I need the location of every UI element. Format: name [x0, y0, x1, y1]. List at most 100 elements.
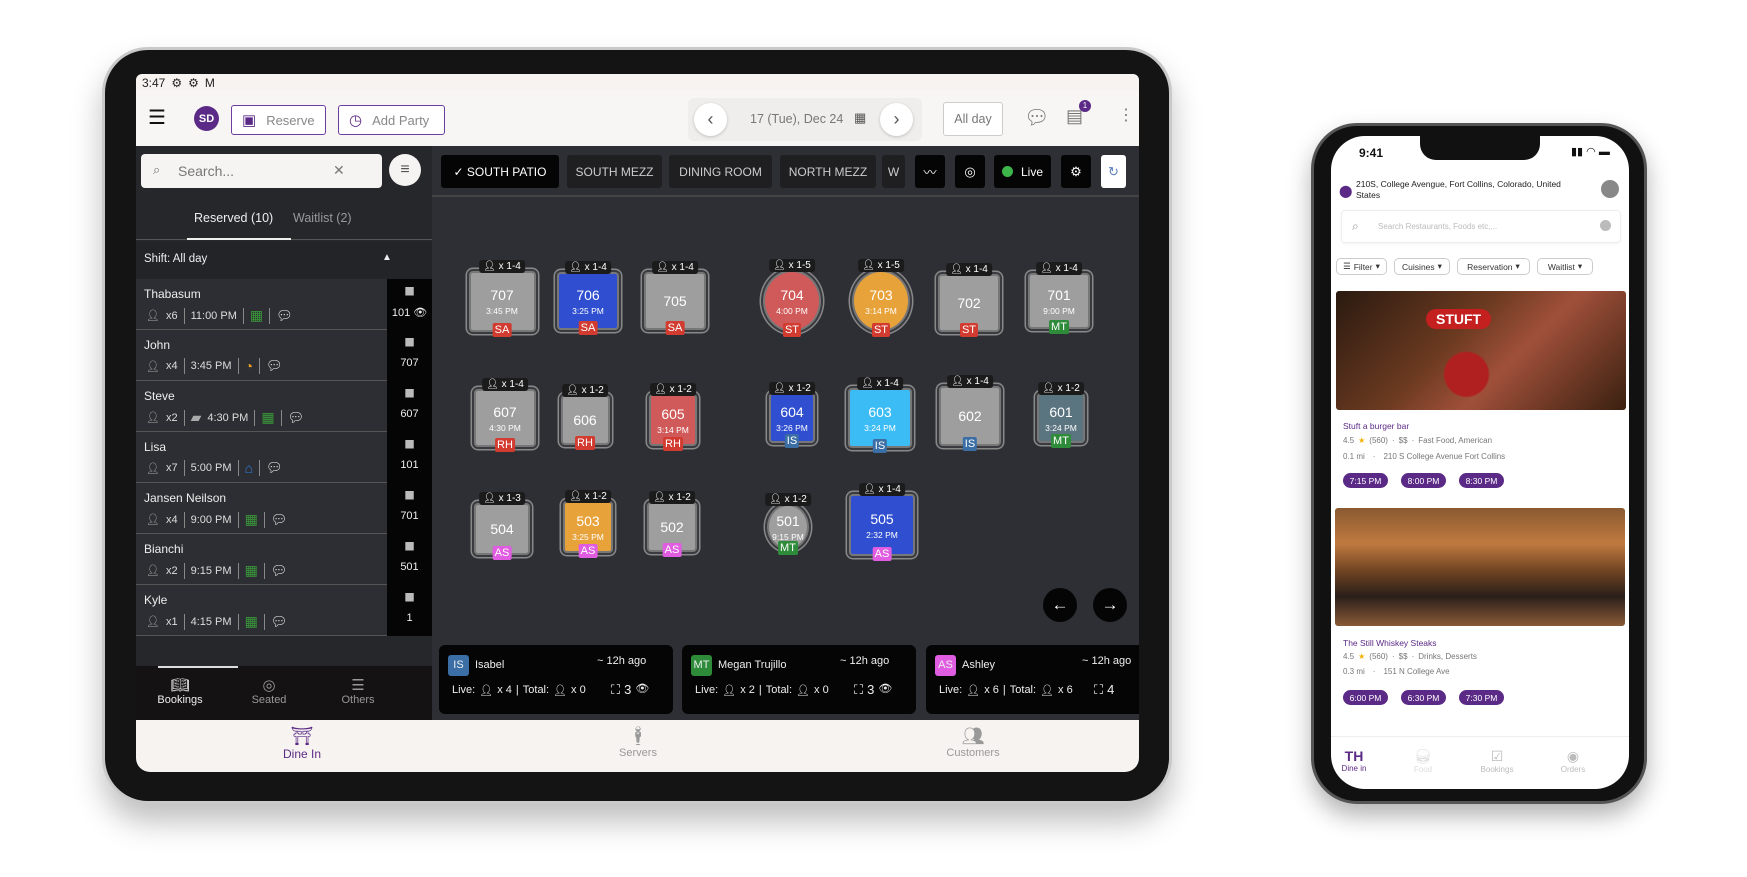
server-card[interactable]: MT Megan Trujillo ~ 12h ago Live: 👤︎ x 2 | Tota… — [682, 645, 916, 714]
assigned-table[interactable]: ⯀ 701 — [387, 483, 432, 534]
time-slot-button[interactable]: 6:00 PM — [1343, 690, 1388, 705]
reservation-row[interactable]: Lisa 👤︎ x7 5:00 PM ⌂ 💬︎ ⯀ 101 — [136, 432, 432, 483]
trend-chart-icon[interactable]: 〰 — [915, 155, 945, 188]
person-icon: 👤︎ — [951, 376, 967, 387]
table-time: 2:32 PM — [866, 529, 898, 540]
time-slot-button[interactable]: 8:00 PM — [1401, 473, 1446, 488]
table-number: 101 👁︎ — [387, 306, 432, 319]
nav-dine-in[interactable]: TH Dine in — [1342, 748, 1367, 773]
tab-reserved[interactable]: Reserved (10) — [194, 211, 273, 225]
capacity-text: x 1-4 — [501, 379, 524, 390]
app-header: ☰ SD ▣ Reserve ◷ Add Party ‹ 17 (Tue), D… — [136, 91, 1139, 146]
reservation-row[interactable]: Bianchi 👤︎ x2 9:15 PM ▦ 💬︎ ⯀ 501 — [136, 534, 432, 585]
profile-icon[interactable] — [1601, 180, 1619, 198]
assigned-table[interactable]: ⯀ 1 — [387, 585, 432, 636]
nav-customers[interactable]: 👥︎ Customers — [946, 726, 999, 759]
time-slot-button[interactable]: 8:30 PM — [1459, 473, 1504, 488]
clear-icon[interactable] — [1600, 220, 1611, 231]
assigned-table[interactable]: ⯀ 101 👁︎ — [387, 279, 432, 330]
time-slot-button[interactable]: 6:30 PM — [1401, 690, 1446, 705]
restaurant-name[interactable]: The Still Whiskey Steaks — [1343, 638, 1437, 648]
reservation-row[interactable]: Kyle 👤︎ x1 4:15 PM ▦ 💬︎ ⯀ 1 — [136, 585, 432, 636]
settings-icon[interactable]: ⚙ — [1061, 155, 1091, 188]
reservation-chip[interactable]: Reservation ▾ — [1457, 258, 1530, 275]
distance: 0.1 mi — [1343, 452, 1365, 461]
server-name: Ashley — [962, 659, 996, 671]
server-card[interactable]: IS Isabel ~ 12h ago Live: 👤︎ x 4 | Total: 👤︎ x 0 ⛶… — [439, 645, 673, 714]
next-page-arrow[interactable]: → — [1093, 588, 1127, 622]
eye-icon[interactable]: 👁︎ — [635, 682, 649, 698]
table-number-text: 101 — [400, 459, 419, 471]
assigned-table[interactable]: ⯀ 101 — [387, 432, 432, 483]
date-label[interactable]: 17 (Tue), Dec 24 — [750, 112, 843, 126]
filter-chip[interactable]: ☰ Filter ▾ — [1336, 258, 1387, 275]
table-time: 3:25 PM — [572, 531, 604, 542]
time-slot-button[interactable]: 7:30 PM — [1459, 690, 1504, 705]
refresh-icon[interactable]: ↻ — [1101, 155, 1126, 188]
tab-bookings[interactable]: 📖︎ Bookings — [157, 676, 202, 706]
nav-orders[interactable]: ◉ Orders — [1561, 748, 1585, 774]
chat-icon[interactable]: 💬︎ — [271, 614, 288, 630]
cuisines-chip[interactable]: Cuisines ▾ — [1394, 258, 1450, 275]
clear-search-icon[interactable]: ✕ — [333, 162, 345, 179]
nav-bookings[interactable]: ☑ Bookings — [1481, 748, 1514, 774]
tab-others[interactable]: ☰ Others — [341, 676, 374, 706]
zone-tab-north-mezz[interactable]: NORTH MEZZ — [780, 155, 876, 188]
reserve-button[interactable]: ▣ Reserve — [231, 105, 326, 135]
assigned-table[interactable]: ⯀ 607 — [387, 381, 432, 432]
waitlist-label: Waitlist — [1547, 261, 1575, 272]
zone-tab-south-patio[interactable]: ✓ SOUTH PATIO — [441, 155, 559, 188]
book-icon: 📖︎ — [170, 677, 190, 694]
add-party-button[interactable]: ◷ Add Party — [338, 105, 445, 135]
menu-icon[interactable]: ☰ — [148, 108, 166, 128]
chat-icon[interactable]: 💬︎ — [288, 410, 305, 426]
time-slot-button[interactable]: 7:15 PM — [1343, 473, 1388, 488]
more-options-icon[interactable]: ⋮ — [1118, 105, 1134, 125]
chat-icon[interactable]: 💬︎ — [266, 460, 283, 476]
restaurant-name[interactable]: Stuft a burger bar — [1343, 421, 1409, 431]
server-stats: Live: 👤︎ x 2 | Total: 👤︎ x 0 — [695, 684, 829, 697]
reservation-details: 👤︎ x7 5:00 PM ⌂ 💬︎ — [146, 460, 283, 476]
tab-seated[interactable]: ◎ Seated — [252, 676, 287, 706]
tab-waitlist[interactable]: Waitlist (2) — [293, 211, 352, 225]
nav-servers[interactable]: 🕴︎ Servers — [619, 726, 657, 759]
phone-search-input[interactable]: ⌕ Search Restaurants, Foods etc,... — [1341, 210, 1621, 243]
reservation-row[interactable]: Jansen Neilson 👤︎ x4 9:00 PM ▦ 💬︎ ⯀ 701 — [136, 483, 432, 534]
reservation-row[interactable]: Thabasum 👤︎ x6 11:00 PM ▦ 💬︎ ⯀ 101 👁︎ — [136, 279, 432, 330]
server-card[interactable]: AS Ashley ~ 12h ago Live: 👤︎ x 6 | Total: 👤︎ x 6 ⛶… — [926, 645, 1139, 714]
restaurant-photo-still-whiskey[interactable] — [1335, 508, 1625, 626]
nav-dine-in[interactable]: ⛩ Dine In — [283, 726, 321, 761]
reservation-row[interactable]: John 👤︎ x4 3:45 PM ◔ 💬︎ ⯀ 707 — [136, 330, 432, 381]
table-number: 603 — [868, 403, 892, 420]
location-text[interactable]: 210S, College Avengue, Fort Collins, Col… — [1356, 179, 1571, 201]
eye-icon[interactable]: 👁︎ — [878, 682, 892, 698]
assigned-table[interactable]: ⯀ 707 — [387, 330, 432, 381]
chat-icon[interactable]: 💬︎ — [271, 563, 288, 579]
assigned-table[interactable]: ⯀ 501 — [387, 534, 432, 585]
nav-food[interactable]: 🍔︎ Food — [1414, 748, 1432, 774]
search-input[interactable]: ⌕ Search... ✕ — [141, 154, 382, 188]
shift-filter[interactable]: Shift: All day ▲ — [136, 242, 432, 279]
chat-icon[interactable]: 💬︎ — [1024, 105, 1049, 130]
next-date-button[interactable]: › — [880, 103, 913, 136]
collapse-icon[interactable]: ▲ — [382, 252, 392, 263]
chat-icon[interactable]: 💬︎ — [266, 358, 283, 374]
chat-icon[interactable]: 💬︎ — [271, 512, 288, 528]
prev-page-arrow[interactable]: ← — [1043, 588, 1077, 622]
target-icon[interactable]: ◎ — [955, 155, 985, 188]
reservation-row[interactable]: Steve 👤︎ x2 ▰ 4:30 PM ▦ 💬︎ ⯀ 607 — [136, 381, 432, 432]
list-view-toggle[interactable]: ≡ — [389, 154, 421, 186]
zone-tab-more[interactable]: W — [882, 155, 905, 188]
zone-tab-dining-room[interactable]: DINING ROOM — [669, 155, 772, 188]
person-icon: 👤︎ — [569, 491, 585, 502]
shift-select[interactable]: All day — [943, 102, 1003, 136]
zone-tab-south-mezz[interactable]: SOUTH MEZZ — [567, 155, 662, 188]
capacity-text: x 1-4 — [966, 376, 989, 387]
waitlist-chip[interactable]: Waitlist ▾ — [1537, 258, 1593, 275]
live-toggle[interactable]: Live — [994, 155, 1051, 188]
table-number: 606 — [573, 412, 597, 428]
prev-date-button[interactable]: ‹ — [694, 103, 727, 136]
restaurant-photo-stuft[interactable]: STUFT — [1336, 291, 1626, 410]
chat-icon[interactable]: 💬︎ — [276, 308, 293, 324]
calendar-icon[interactable]: ▦ — [854, 110, 866, 126]
